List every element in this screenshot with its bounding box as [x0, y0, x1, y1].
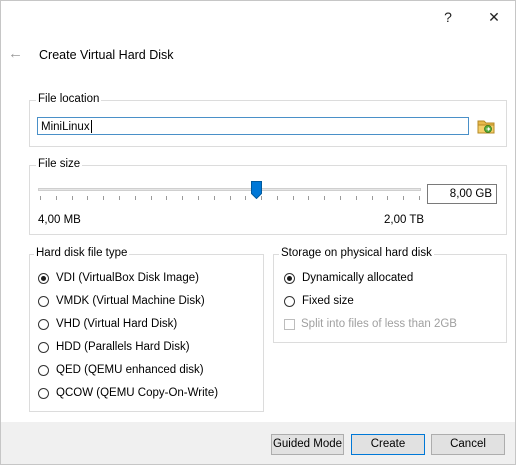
slider-tick — [355, 196, 357, 200]
radio-qed[interactable]: QED (QEMU enhanced disk) — [38, 364, 204, 376]
slider-tick — [55, 196, 57, 200]
radio-fixed-size[interactable]: Fixed size — [284, 295, 354, 307]
slider-tick — [197, 196, 199, 200]
radio-button[interactable] — [38, 387, 49, 399]
file-location-value: MiniLinux — [41, 121, 90, 133]
radio-label: Dynamically allocated — [302, 272, 414, 284]
close-button[interactable]: ✕ — [479, 5, 509, 29]
radio-label: VDI (VirtualBox Disk Image) — [56, 272, 199, 284]
radio-button[interactable] — [38, 272, 49, 284]
folder-browse-icon[interactable] — [477, 117, 495, 135]
slider-tick — [150, 196, 152, 200]
radio-vhd[interactable]: VHD (Virtual Hard Disk) — [38, 318, 177, 330]
back-arrow-icon[interactable]: ← — [8, 45, 23, 62]
radio-label: Fixed size — [302, 295, 354, 307]
file-size-slider-track[interactable] — [38, 188, 421, 191]
file-size-input[interactable]: 8,00 GB — [427, 184, 497, 204]
radio-dynamically-allocated[interactable]: Dynamically allocated — [284, 272, 413, 284]
slider-tick — [276, 196, 278, 200]
slider-tick — [371, 196, 373, 200]
slider-tick — [292, 196, 294, 200]
radio-button[interactable] — [284, 295, 295, 307]
file-size-slider-thumb[interactable] — [250, 181, 262, 200]
file-location-input[interactable]: MiniLinux — [37, 117, 469, 135]
file-size-max-label: 2,00 TB — [384, 214, 425, 226]
file-size-legend: File size — [36, 158, 83, 170]
slider-tick — [182, 196, 184, 200]
help-button[interactable]: ? — [433, 5, 463, 29]
slider-tick — [213, 196, 215, 200]
slider-tick — [245, 196, 247, 200]
slider-tick — [308, 196, 310, 200]
radio-button[interactable] — [38, 364, 49, 376]
radio-button[interactable] — [284, 272, 295, 284]
radio-label: VHD (Virtual Hard Disk) — [56, 318, 178, 330]
file-location-legend: File location — [36, 93, 102, 105]
create-virtual-hard-disk-dialog: ? ✕ ← Create Virtual Hard Disk File loca… — [0, 0, 516, 465]
radio-label: HDD (Parallels Hard Disk) — [56, 341, 190, 353]
storage-legend: Storage on physical hard disk — [279, 247, 434, 259]
radio-vdi[interactable]: VDI (VirtualBox Disk Image) — [38, 272, 199, 284]
radio-label: QCOW (QEMU Copy-On-Write) — [56, 387, 219, 399]
cancel-button[interactable]: Cancel — [431, 434, 505, 455]
slider-tick — [340, 196, 342, 200]
slider-tick — [118, 196, 120, 200]
guided-mode-button[interactable]: Guided Mode — [271, 434, 344, 455]
dialog-title: Create Virtual Hard Disk — [39, 48, 174, 62]
slider-tick — [71, 196, 73, 200]
text-caret — [90, 120, 92, 134]
slider-tick — [403, 196, 405, 200]
radio-button[interactable] — [38, 318, 49, 330]
checkbox-label: Split into files of less than 2GB — [301, 318, 457, 330]
file-type-legend: Hard disk file type — [34, 247, 130, 259]
slider-tick — [40, 196, 41, 200]
slider-tick — [87, 196, 89, 200]
radio-button[interactable] — [38, 295, 49, 307]
slider-tick — [134, 196, 136, 200]
slider-tick — [166, 196, 168, 200]
file-size-min-label: 4,00 MB — [38, 214, 81, 226]
radio-qcow[interactable]: QCOW (QEMU Copy-On-Write) — [38, 387, 218, 399]
slider-tick — [387, 196, 389, 200]
radio-vmdk[interactable]: VMDK (Virtual Machine Disk) — [38, 295, 205, 307]
radio-label: VMDK (Virtual Machine Disk) — [56, 295, 205, 307]
radio-label: QED (QEMU enhanced disk) — [56, 364, 204, 376]
slider-tick — [229, 196, 231, 200]
checkbox[interactable] — [284, 318, 295, 330]
create-button[interactable]: Create — [351, 434, 425, 455]
radio-button[interactable] — [38, 341, 49, 353]
split-files-checkbox[interactable]: Split into files of less than 2GB — [284, 318, 457, 330]
slider-tick — [103, 196, 105, 200]
slider-tick — [419, 196, 420, 200]
slider-tick — [324, 196, 326, 200]
radio-hdd[interactable]: HDD (Parallels Hard Disk) — [38, 341, 190, 353]
